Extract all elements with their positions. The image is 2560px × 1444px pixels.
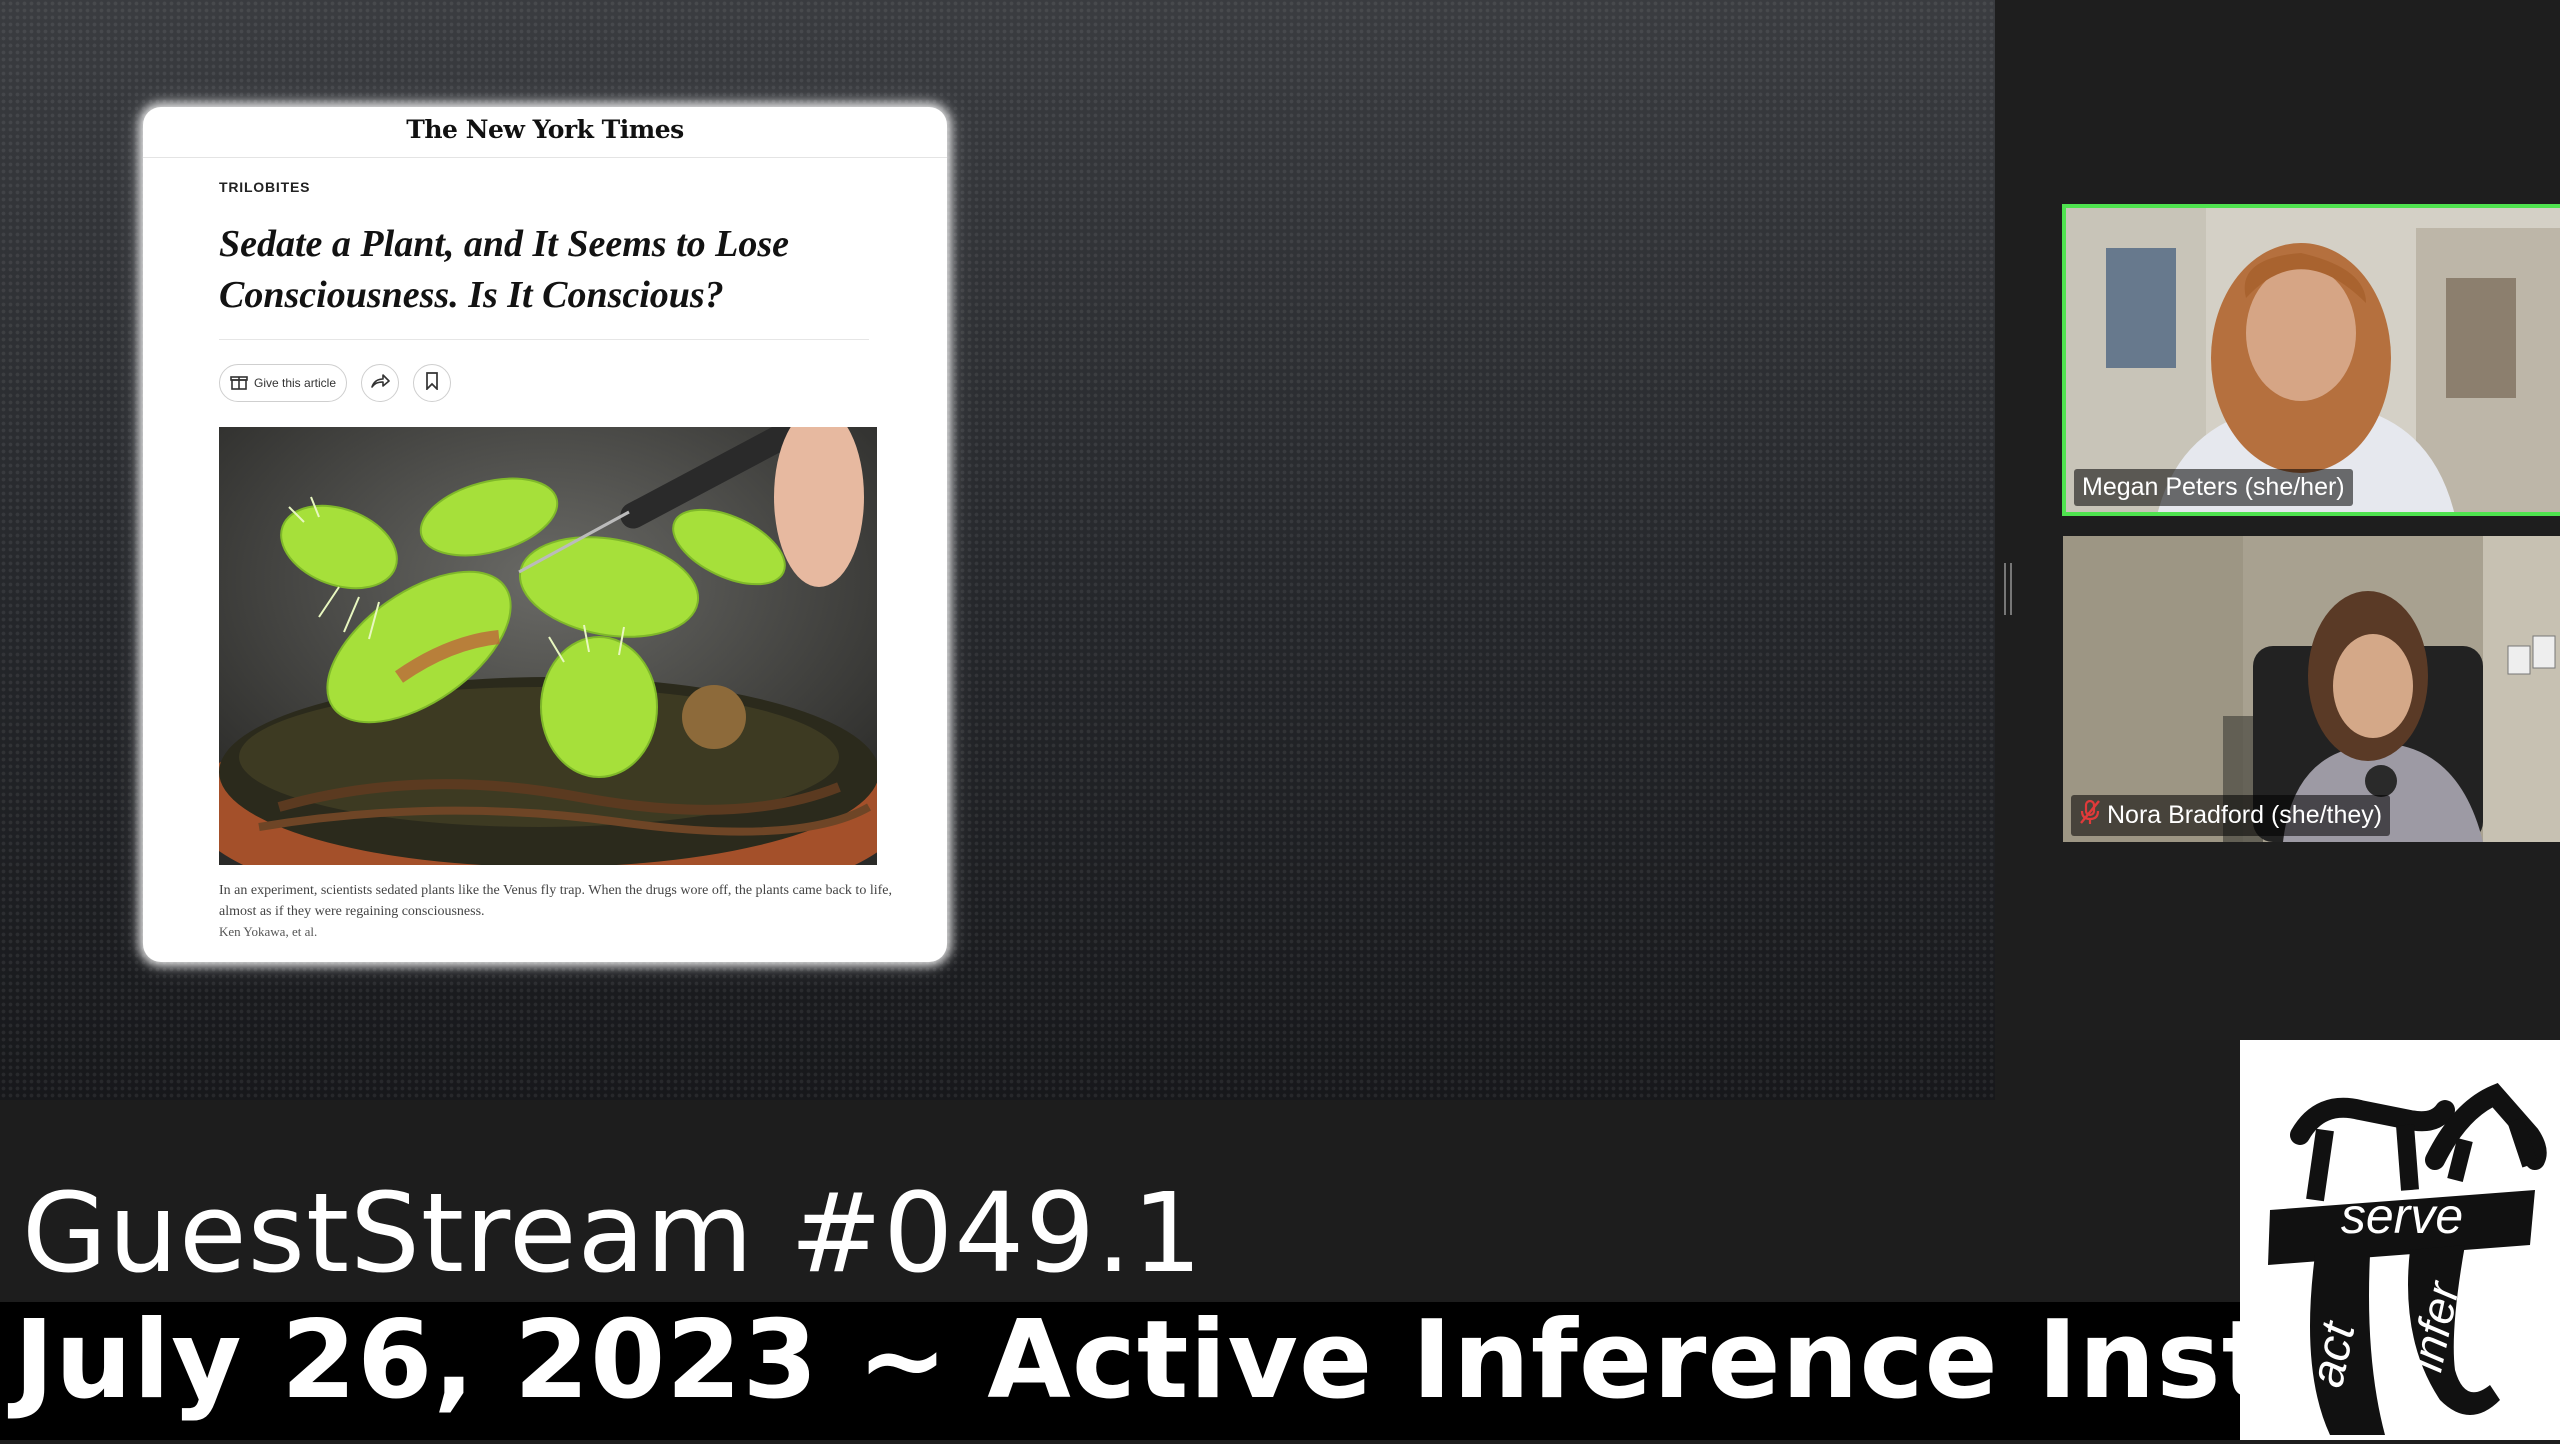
gift-icon — [230, 373, 248, 394]
headline-line-1: Sedate a Plant, and It Seems to Lose — [219, 223, 789, 265]
nyt-masthead: The New York Times — [406, 115, 684, 144]
photo-caption: In an experiment, scientists sedated pla… — [219, 883, 892, 919]
masthead-divider — [143, 157, 947, 158]
participant-name-megan: Megan Peters (she/her) — [2082, 473, 2345, 501]
photo-credit: Ken Yokawa, et al. — [219, 924, 318, 939]
participant-panel — [1995, 0, 2560, 1040]
share-arrow-icon — [370, 372, 390, 394]
muted-mic-icon — [2079, 799, 2101, 832]
bookmark-button[interactable] — [413, 364, 452, 402]
panel-resize-handle[interactable] — [2004, 563, 2012, 615]
headline-divider — [219, 339, 869, 340]
venus-flytrap-photo — [219, 427, 877, 865]
share-tools: Give this article — [219, 363, 452, 403]
gift-article-label: Give this article — [254, 376, 337, 390]
gift-article-button[interactable]: Give this article — [219, 364, 348, 402]
article-kicker: TRILOBITES — [219, 179, 311, 195]
share-button[interactable] — [361, 364, 400, 402]
stream-date-and-org: July 26, 2023 ~ Active Inference Institu… — [14, 1298, 2560, 1423]
article-headline: Sedate a Plant, and It Seems to Lose Con… — [219, 219, 899, 321]
stream-title: GuestStream #049.1 — [22, 1169, 1204, 1297]
active-inference-logo: serve act infer — [2240, 1040, 2560, 1440]
logo-word-serve: serve — [2341, 1188, 2463, 1244]
participant-name-tag: Nora Bradford (she/they) — [2071, 795, 2391, 836]
headline-line-2: Consciousness. Is It Conscious? — [219, 274, 724, 316]
video-tile-nora[interactable]: Nora Bradford (she/they) — [2063, 536, 2560, 842]
shared-screen: The New York Times TRILOBITES Sedate a P… — [0, 0, 1995, 1100]
article-card: The New York Times TRILOBITES Sedate a P… — [143, 107, 947, 962]
participant-name-nora: Nora Bradford (she/they) — [2107, 801, 2383, 829]
video-tile-megan[interactable]: Megan Peters (she/her) — [2062, 204, 2560, 516]
participant-name-tag: Megan Peters (she/her) — [2074, 469, 2353, 506]
bookmark-icon — [425, 372, 439, 394]
